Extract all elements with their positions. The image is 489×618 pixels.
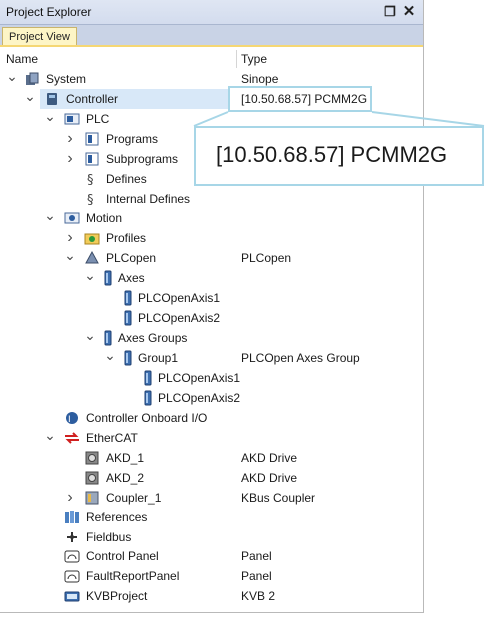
zoom-callout-text: [10.50.68.57] PCMM2G — [216, 142, 448, 167]
zoom-callout: [10.50.68.57] PCMM2G — [194, 126, 484, 186]
callout-connector — [193, 111, 485, 127]
